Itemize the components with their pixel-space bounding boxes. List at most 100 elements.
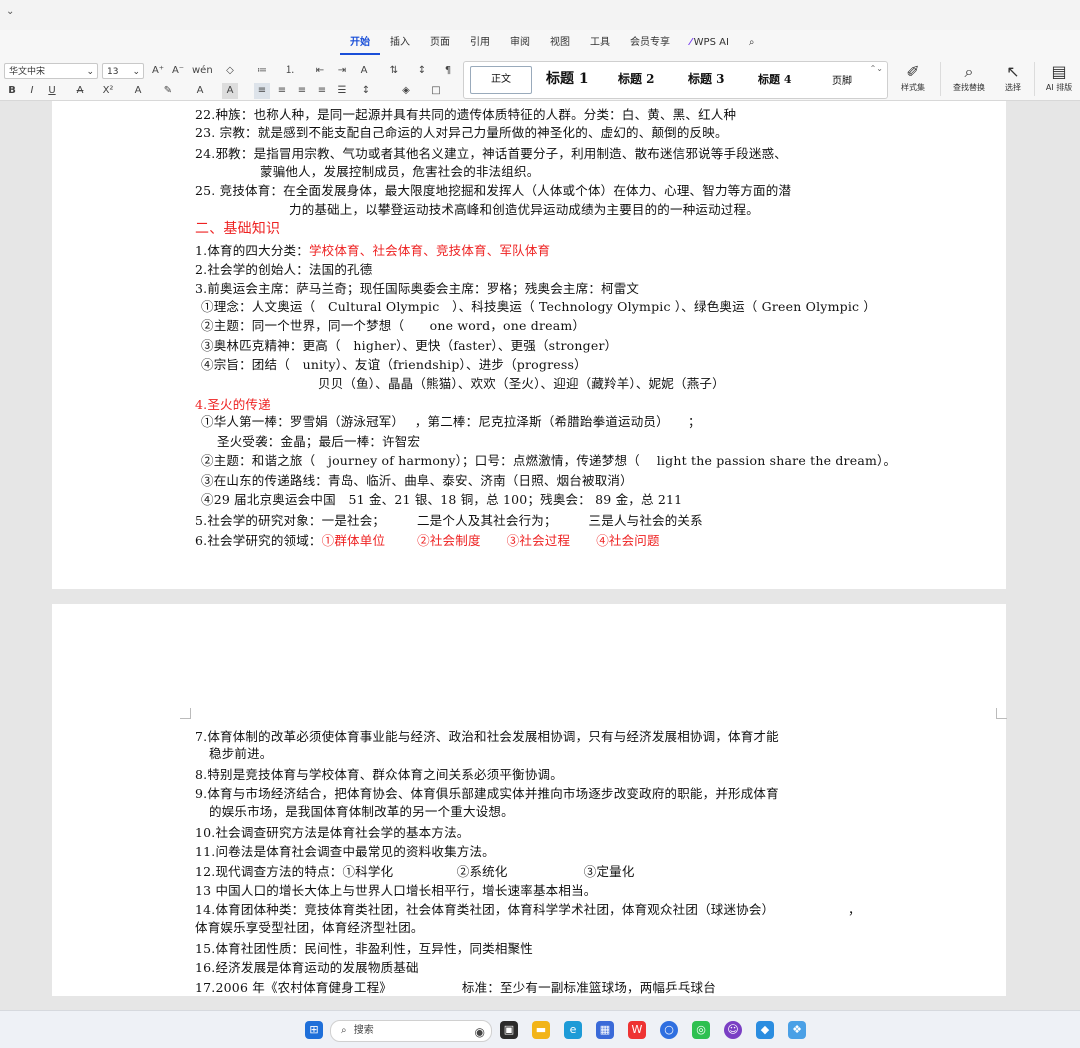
style-heading-1[interactable]: 标题 1 xyxy=(546,68,589,88)
ribbon-divider xyxy=(940,62,941,96)
underline-icon[interactable]: U xyxy=(44,83,60,99)
numbered-list-icon[interactable]: ⒈ xyxy=(282,63,298,79)
file-explorer-icon[interactable]: ▬ xyxy=(532,1021,550,1039)
text-line: 贝贝（鱼）、晶晶（熊猫）、欢欢（圣火）、迎迎（藏羚羊）、妮妮（燕子） xyxy=(318,376,725,391)
text-line: 17.2006 年《农村体育健身工程》 标准：至少有一副标准篮球场，两幅乒乓球台 xyxy=(195,980,716,995)
select-label: 选择 xyxy=(1005,83,1021,92)
tab-review[interactable]: 审阅 xyxy=(500,33,540,53)
wechat-icon[interactable]: ◎ xyxy=(692,1021,710,1039)
app-icon[interactable]: ◆ xyxy=(756,1021,774,1039)
text-line: 7.体育体制的改革必须使体育事业能与经济、政治和社会发展相协调，只有与经济发展相… xyxy=(195,729,779,744)
find-replace-button[interactable]: ⌕ 查找替换 xyxy=(946,62,992,93)
text-line: ①华人第一棒：罗雪娟（游泳冠军） ，第二棒：尼克拉泽斯（希腊跆拳道运动员） ； xyxy=(201,414,701,429)
style-footer[interactable]: 页脚 xyxy=(832,72,852,87)
align-left-icon[interactable]: ≡ xyxy=(254,83,270,99)
justify-icon[interactable]: ≡ xyxy=(314,83,330,99)
style-heading-2[interactable]: 标题 2 xyxy=(618,70,655,87)
line-spacing-icon[interactable]: ↕ xyxy=(358,83,374,99)
tab-view[interactable]: 视图 xyxy=(540,33,580,53)
font-color-icon[interactable]: A xyxy=(192,83,208,99)
wps-office-icon[interactable]: W xyxy=(628,1021,646,1039)
document-page[interactable]: 22.种族：也称人种，是同一起源并具有共同的遗传体质特征的人群。分类：白、黄、黑… xyxy=(52,101,1006,589)
title-bar: ⌄ xyxy=(0,0,1080,30)
char-shading-icon[interactable]: A xyxy=(222,83,238,99)
styleset-button[interactable]: ✐ 样式集 xyxy=(890,62,936,93)
clear-format-icon[interactable]: ◇ xyxy=(222,63,238,79)
shading-icon[interactable]: ◈ xyxy=(398,83,414,99)
chevron-down-icon: ⌄ xyxy=(86,67,94,77)
chevron-down-icon: ⌄ xyxy=(132,67,140,77)
bold-icon[interactable]: B xyxy=(4,83,20,99)
tab-home[interactable]: 开始 xyxy=(340,33,380,55)
search-icon[interactable]: ⌕ xyxy=(739,33,765,53)
text-line: ④29 届北京奥运会中国 51 金、21 银、18 铜，总 100；残奥会： 8… xyxy=(201,492,683,507)
phonetic-icon[interactable]: wén xyxy=(192,63,213,79)
cloud-app-icon[interactable]: ❖ xyxy=(788,1021,806,1039)
tab-member[interactable]: 会员专享 xyxy=(620,33,680,53)
strikethrough-icon[interactable]: A xyxy=(72,83,88,99)
increase-indent-icon[interactable]: ⇥ xyxy=(334,63,350,79)
border-icon[interactable]: □ xyxy=(428,83,444,99)
edge-browser-icon[interactable]: e xyxy=(564,1021,582,1039)
ribbon: 开始 插入 页面 引用 审阅 视图 工具 会员专享 ⁄ WPS AI ⌕ 华文中宋… xyxy=(0,30,1080,101)
document-page[interactable]: 7.体育体制的改革必须使体育事业能与经济、政治和社会发展相协调，只有与经济发展相… xyxy=(52,604,1007,996)
tab-wps-ai[interactable]: ⁄ WPS AI xyxy=(680,33,739,53)
text-line: ④宗旨：团结（ unity）、友谊（friendship）、进步（progres… xyxy=(201,357,587,372)
page-corner-mark xyxy=(180,708,191,719)
search-icon: ⌕ xyxy=(964,62,974,81)
taskbar-search[interactable]: ⌕ 搜索 ◉ xyxy=(330,1020,492,1042)
browser-icon[interactable]: ○ xyxy=(660,1021,678,1039)
horizontal-scrollbar[interactable] xyxy=(0,996,1080,1010)
store-icon[interactable]: ▦ xyxy=(596,1021,614,1039)
page-corner-mark xyxy=(996,708,1007,719)
tab-references[interactable]: 引用 xyxy=(460,33,500,53)
style-heading-4[interactable]: 标题 4 xyxy=(758,71,791,87)
text-line: 23. 宗教：就是感到不能支配自己命运的人对异己力量所做的神圣化的、虚幻的、颠倒… xyxy=(195,125,728,140)
align-right-icon[interactable]: ≡ xyxy=(294,83,310,99)
font-size-value: 13 xyxy=(107,67,119,77)
text-line: 蒙骗他人，发展控制成员，危害社会的非法组织。 xyxy=(260,164,540,179)
shrink-font-icon[interactable]: A⁻ xyxy=(170,63,186,79)
char-scale-icon[interactable]: A xyxy=(356,63,372,79)
wps-ai-icon: ⁄ xyxy=(690,37,692,48)
font-size-select[interactable]: 13 ⌄ xyxy=(102,63,144,79)
text-line: 的娱乐市场，是我国体育体制改革的另一个重大设想。 xyxy=(209,804,514,819)
align-center-icon[interactable]: ≡ xyxy=(274,83,290,99)
line-sort-icon[interactable]: ⇅ xyxy=(386,63,402,79)
ribbon-tabs: 开始 插入 页面 引用 审阅 视图 工具 会员专享 ⁄ WPS AI ⌕ xyxy=(340,33,765,55)
decrease-indent-icon[interactable]: ⇤ xyxy=(312,63,328,79)
ai-layout-label: AI 排版 xyxy=(1045,83,1073,92)
distribute-icon[interactable]: ☰ xyxy=(334,83,350,99)
superscript-icon[interactable]: X² xyxy=(100,83,116,99)
highlight-icon[interactable]: ✎ xyxy=(160,83,176,99)
avatar-app-icon[interactable]: ☺ xyxy=(724,1021,742,1039)
search-highlight-icon: ◉ xyxy=(474,1025,485,1039)
style-normal[interactable]: 正文 xyxy=(470,66,532,94)
chevron-down-icon[interactable]: ⌄ xyxy=(6,6,14,17)
windows-start-icon[interactable]: ⊞ xyxy=(305,1021,323,1039)
font-name-select[interactable]: 华文中宋 ⌄ xyxy=(4,63,98,79)
text-line: 5.社会学的研究对象：一是社会； 二是个人及其社会行为； 三是人与社会的关系 xyxy=(195,513,703,528)
ai-layout-button[interactable]: ▤ AI 排版 xyxy=(1036,62,1080,93)
text-line: ①理念：人文奥运（ Cultural Olympic ）、科技奥运（ Techn… xyxy=(201,299,877,314)
tab-tools[interactable]: 工具 xyxy=(580,33,620,53)
gallery-scroll-icon[interactable]: ⌃⌄ xyxy=(870,64,883,73)
text-line: 3.前奥运会主席：萨马兰奇；现任国际奥委会主席：罗格；残奥会主席：柯雷文 xyxy=(195,281,640,296)
tab-page[interactable]: 页面 xyxy=(420,33,460,53)
select-button[interactable]: ↖ 选择 xyxy=(990,62,1036,93)
sort-icon[interactable]: ↕ xyxy=(414,63,430,79)
text-line: 14.体育团体种类：竞技体育类社团，社会体育类社团，体育科学学术社团，体育观众社… xyxy=(195,902,775,917)
italic-icon[interactable]: I xyxy=(24,83,40,99)
tab-insert[interactable]: 插入 xyxy=(380,33,420,53)
font-name-value: 华文中宋 xyxy=(9,67,46,77)
bullet-list-icon[interactable]: ≔ xyxy=(254,63,270,79)
grow-font-icon[interactable]: A⁺ xyxy=(150,63,166,79)
document-area[interactable]: 22.种族：也称人种，是同一起源并具有共同的遗传体质特征的人群。分类：白、黄、黑… xyxy=(0,101,1080,996)
text-line: 体育娱乐享受型社团，体育经济型社团。 xyxy=(195,920,424,935)
style-heading-3[interactable]: 标题 3 xyxy=(688,70,725,87)
text-line: ， xyxy=(848,902,861,917)
ribbon-divider xyxy=(1034,62,1035,96)
text-effect-icon[interactable]: A xyxy=(130,83,146,99)
task-view-icon[interactable]: ▣ xyxy=(500,1021,518,1039)
show-marks-icon[interactable]: ¶ xyxy=(440,63,456,79)
